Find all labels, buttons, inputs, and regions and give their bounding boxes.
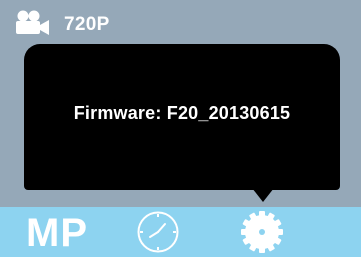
firmware-version-text: Firmware: F20_20130615	[73, 103, 291, 123]
mode-button-mp[interactable]: MP	[26, 212, 88, 254]
resolution-label: 720P	[64, 14, 110, 35]
gear-icon[interactable]	[238, 208, 286, 256]
popup-pointer	[252, 188, 274, 202]
status-bar: 720P	[0, 0, 361, 44]
camera-screen: 720P Firmware: F20_20130615 MP	[0, 0, 361, 257]
video-camera-icon	[16, 10, 49, 35]
bottom-menu-bar: MP	[0, 207, 361, 257]
firmware-info-popup: Firmware: F20_20130615	[24, 44, 340, 190]
clock-icon[interactable]	[136, 210, 180, 254]
